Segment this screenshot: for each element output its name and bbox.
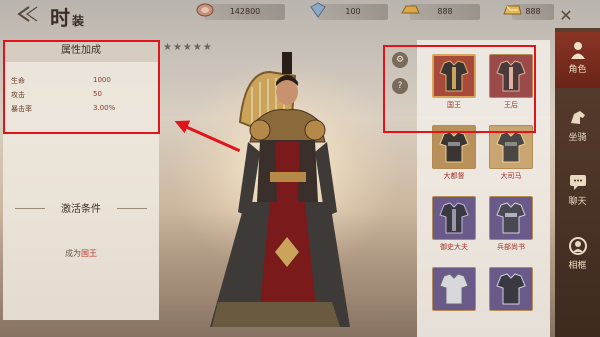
nav-label: 角色: [568, 65, 587, 75]
currency-gem-value: 142800: [229, 7, 261, 16]
nav-label: 聊天: [568, 197, 587, 207]
page-title-main: 时: [50, 6, 72, 30]
costume-cell-8[interactable]: [489, 267, 533, 325]
currency-gem: 142800: [196, 3, 285, 20]
costume-cell-bingbushangshu[interactable]: 兵部尚书: [489, 196, 533, 254]
nav-label: 相框: [568, 261, 587, 271]
right-nav: 角色 坐骑 聊天 相框: [555, 28, 600, 337]
gem-coin-icon: [196, 3, 214, 17]
nav-frame[interactable]: 相框: [555, 228, 600, 284]
armor-icon: [439, 202, 469, 234]
activation-condition: 成为国王: [3, 248, 159, 259]
close-x-icon: ✕: [559, 6, 573, 25]
activation-highlight: 国王: [81, 249, 97, 258]
currency-diamond: 100: [310, 2, 388, 20]
activation-prefix: 成为: [65, 249, 81, 258]
chat-icon: [569, 175, 586, 190]
nav-chat[interactable]: 聊天: [555, 164, 600, 220]
armor-icon: [496, 131, 526, 163]
costume-cell-yushidafu[interactable]: 御史大夫: [432, 196, 476, 254]
costume-cell-dadudu[interactable]: 大都督: [432, 125, 476, 183]
armor-icon: [439, 131, 469, 163]
close-button[interactable]: ✕: [558, 8, 574, 24]
costume-label: 大司马: [500, 172, 522, 180]
costume-label: 兵部尚书: [497, 243, 525, 251]
costume-cell-7[interactable]: [432, 267, 476, 325]
costume-slot: [489, 267, 533, 311]
costume-label: 御史大夫: [440, 243, 468, 251]
nav-mount[interactable]: 坐骑: [555, 100, 600, 156]
costume-slot: [432, 267, 476, 311]
highlight-box-attributes: [3, 40, 160, 134]
page-title-sub: 装: [72, 14, 87, 28]
page-title: 时装: [50, 2, 86, 31]
armor-icon: [496, 202, 526, 234]
costume-slot: [489, 196, 533, 240]
frame-icon: [568, 237, 587, 255]
character-model: [210, 52, 350, 327]
diamond-icon: [310, 2, 326, 18]
highlight-box-costumes: [383, 45, 536, 133]
currency-gold-bar-value: 888: [525, 7, 541, 16]
currency-gold-ingot: 888: [401, 4, 480, 20]
character-icon: [570, 42, 585, 59]
currency-gold-ingot-value: 888: [437, 7, 453, 16]
nav-label: 坐骑: [568, 133, 587, 143]
divider-right: [117, 208, 147, 209]
gold-bar-icon: [503, 5, 522, 15]
currency-diamond-value: 100: [345, 7, 361, 16]
gold-ingot-icon: [401, 5, 420, 14]
costume-label: 大都督: [443, 172, 465, 180]
back-button[interactable]: [12, 2, 48, 26]
top-bar: 时装 142800 100 888 888 ✕: [0, 0, 600, 31]
nav-character[interactable]: 角色: [555, 32, 600, 88]
costume-cell-dasima[interactable]: 大司马: [489, 125, 533, 183]
armor-icon: [496, 273, 526, 305]
armor-icon: [439, 273, 469, 305]
back-arrow-icon: [17, 6, 38, 22]
mount-icon: [570, 111, 585, 124]
currency-gold-bar: 888: [503, 4, 554, 20]
costume-slot: [432, 196, 476, 240]
